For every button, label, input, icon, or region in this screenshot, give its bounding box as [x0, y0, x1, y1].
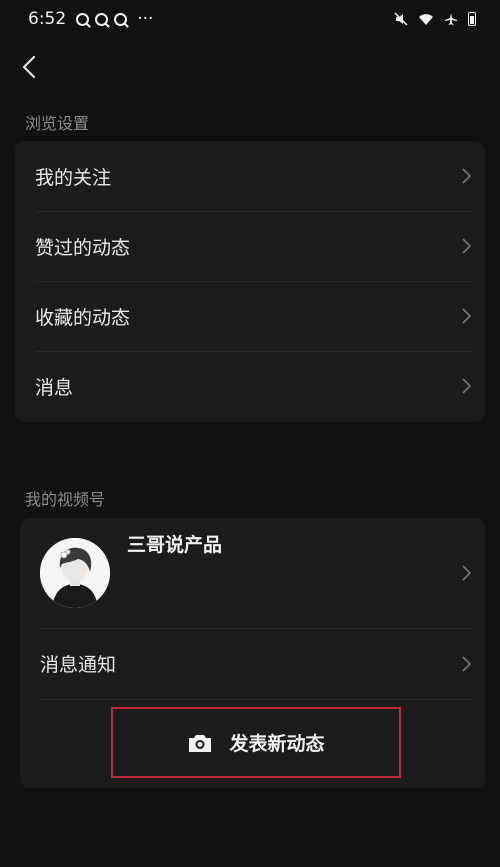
wifi-icon [419, 13, 433, 25]
post-button-label: 发表新动态 [229, 733, 325, 755]
camera-icon [189, 734, 212, 752]
chevron-right-icon [462, 308, 471, 324]
menu-item-messages[interactable]: 消息 [15, 351, 485, 421]
my-channel-title: 我的视频号 [25, 490, 106, 509]
chevron-right-icon [462, 378, 471, 394]
notification-icons [76, 12, 128, 26]
menu-item-liked-posts[interactable]: 赞过的动态 [15, 211, 485, 281]
browse-settings-title: 浏览设置 [25, 114, 90, 133]
chevron-right-icon [462, 238, 471, 254]
back-button[interactable] [14, 52, 44, 82]
menu-item-my-follows[interactable]: 我的关注 [15, 141, 485, 211]
chevron-right-icon [462, 168, 471, 184]
menu-item-message-notifications[interactable]: 消息通知 [20, 628, 485, 699]
status-bar: 6:52 ··· [0, 0, 500, 38]
menu-item-label: 消息 [35, 376, 74, 399]
search-notification-icon [76, 12, 90, 26]
menu-item-label: 赞过的动态 [35, 236, 131, 259]
avatar-image [40, 538, 110, 608]
search-notification-icon [95, 12, 109, 26]
avatar [40, 538, 110, 608]
menu-item-favorited-posts[interactable]: 收藏的动态 [15, 281, 485, 351]
menu-item-label: 我的关注 [35, 166, 112, 189]
battery-icon [468, 12, 476, 26]
mute-icon [394, 12, 408, 26]
status-left: 6:52 ··· [28, 9, 153, 29]
airplane-icon [445, 13, 457, 25]
channel-name: 三哥说产品 [127, 534, 223, 556]
menu-item-label: 消息通知 [40, 654, 117, 676]
status-time: 6:52 [28, 9, 67, 29]
chevron-right-icon [462, 655, 471, 672]
status-right [394, 12, 476, 26]
more-notifications-icon: ··· [137, 9, 154, 29]
menu-item-label: 收藏的动态 [35, 306, 131, 329]
browse-settings-card: 我的关注 赞过的动态 收藏的动态 消息 [15, 141, 485, 422]
chevron-right-icon [462, 565, 471, 581]
chevron-left-icon [22, 55, 36, 79]
divider [40, 699, 471, 700]
search-notification-icon [114, 12, 128, 26]
channel-profile-row[interactable]: 三哥说产品 [20, 518, 485, 628]
post-new-update-button[interactable]: 发表新动态 [111, 707, 401, 778]
